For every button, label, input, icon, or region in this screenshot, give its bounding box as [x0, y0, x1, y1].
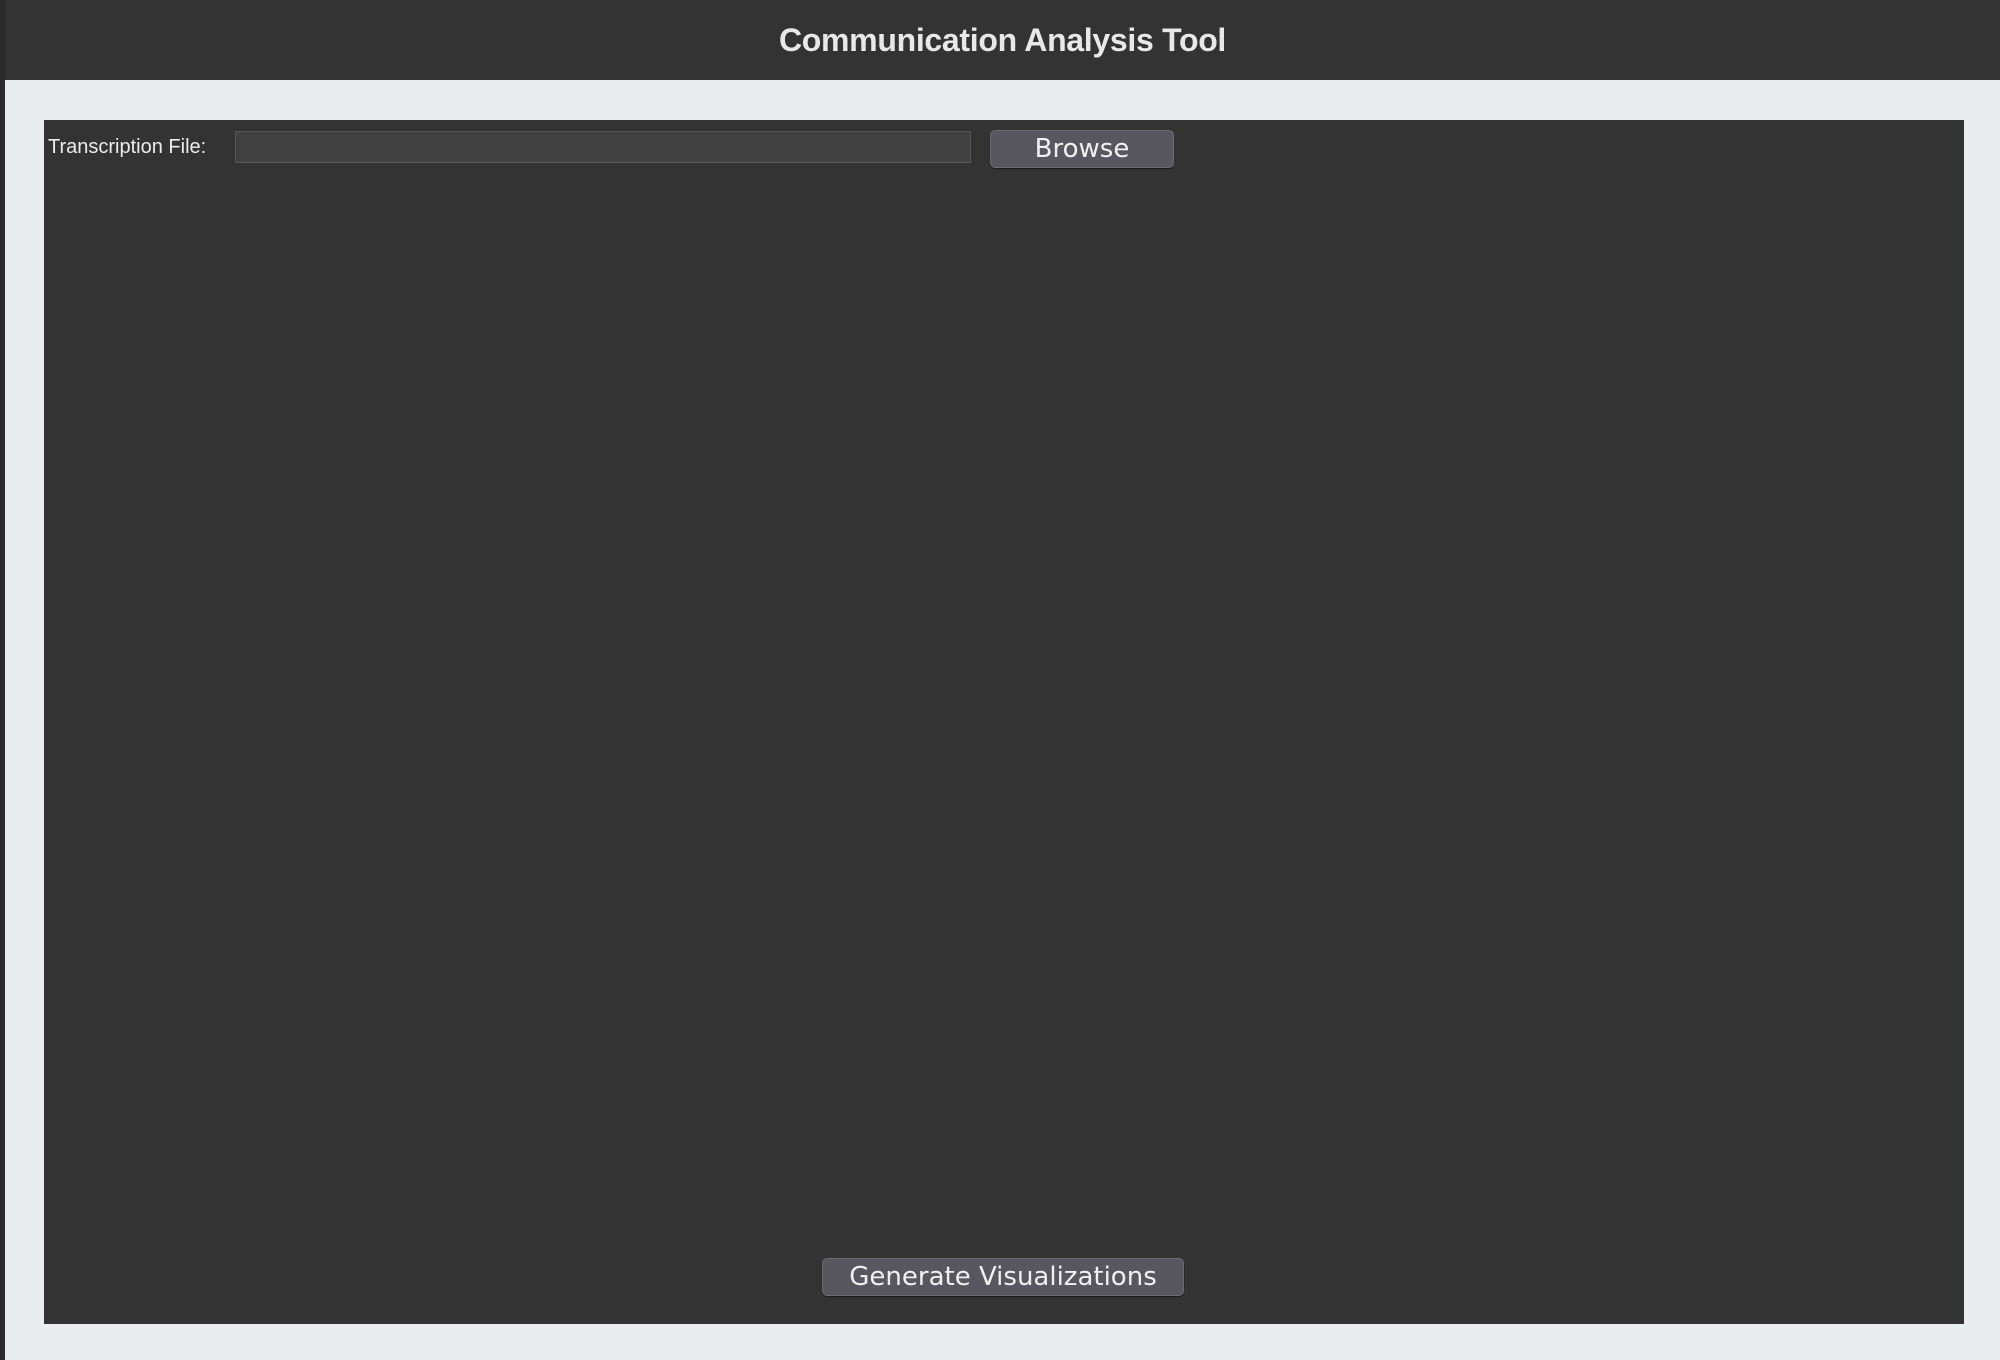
transcription-file-label: Transcription File:: [48, 136, 207, 158]
transcription-file-input[interactable]: [235, 131, 971, 163]
generate-visualizations-button[interactable]: Generate Visualizations: [822, 1258, 1184, 1296]
window-left-edge: [0, 0, 5, 1360]
title-bar[interactable]: Communication Analysis Tool: [5, 0, 2000, 80]
window-title: Communication Analysis Tool: [778, 21, 1227, 58]
main-panel: Transcription File: Browse Generate Visu…: [44, 120, 1964, 1324]
browse-button[interactable]: Browse: [990, 130, 1174, 168]
app-window: Communication Analysis Tool Transcriptio…: [0, 0, 2000, 1360]
